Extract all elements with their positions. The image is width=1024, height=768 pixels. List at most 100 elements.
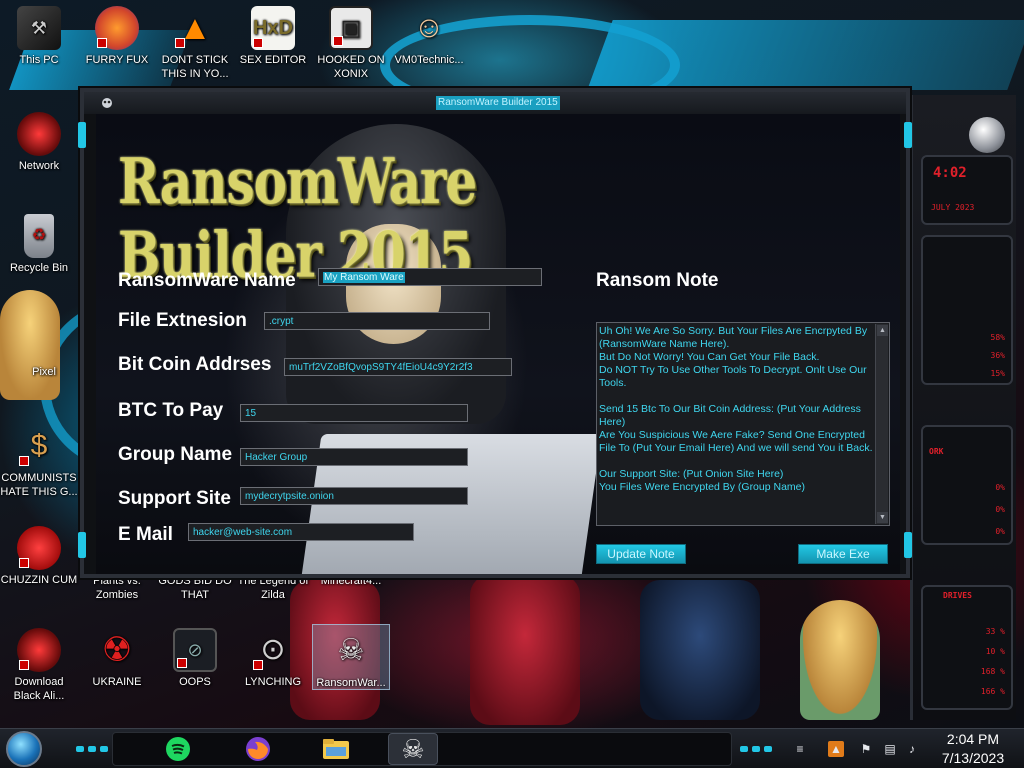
desktop-icon-furry-fux[interactable]: FURRY FUX [78,6,156,67]
desktop-icon-dont-stick[interactable]: ▲ DONT STICK THIS IN YO... [156,6,234,81]
file-explorer-taskbar-button[interactable] [316,733,356,765]
desktop-icon-recycle-bin[interactable]: ♻ Recycle Bin [0,214,78,275]
taskbar-accent [764,746,772,752]
widget-drive-value: 0% [995,527,1005,536]
desktop-icon-communists[interactable]: $ COMMUNISTS HATE THIS G... [0,424,78,499]
desktop-icon-label: LYNCHING [244,676,302,688]
desktop-icon-chuzzin[interactable]: CHUZZIN CUM [0,526,78,587]
desktop-icon-xonix[interactable]: ▣ HOOKED ON XONIX [312,6,390,81]
file-extension-label: File Extnesion [118,310,247,331]
file-extension-input[interactable]: .crypt [264,312,490,330]
desktop-icon-label: COMMUNISTS HATE THIS G... [0,472,78,498]
doctor-icon: ☺ [413,11,445,44]
desktop-icon-network[interactable]: Network [0,112,78,173]
skull-icon: ☠ [401,733,425,764]
firefox-icon [246,737,270,761]
network-icon[interactable]: ▤ [882,741,898,757]
desktop-icon-gods-bid[interactable]: GODS BID DO THAT [156,574,234,602]
volume-icon[interactable]: ♪ [904,741,920,757]
alien-icon [17,628,61,672]
ransom-note-label: Ransom Note [596,270,719,291]
desktop-icon-ransomware[interactable]: ☠ RansomWar... [312,624,390,690]
wallpaper-cartoon-character [800,600,880,720]
desktop-icon-sex-editor[interactable]: HxD SEX EDITOR [234,6,312,67]
support-site-label: Support Site [118,488,231,509]
system-monitor-widget: 4:02 JULY 2023 58% 36% 15% ORK 0% 0% 0% … [910,95,1016,720]
update-note-button[interactable]: Update Note [596,544,686,564]
ransomware-builder-taskbar-button[interactable]: ☠ [388,733,438,765]
scroll-down-arrow-icon[interactable]: ▼ [877,512,888,523]
frame-accent [78,122,86,148]
cartoon-icon [6,318,50,362]
desktop-icon-plants-vs-zombies[interactable]: Plants vs. Zombies [78,574,156,602]
desktop-icon-zilda[interactable]: The Legend of Zilda [234,574,312,602]
window-client-area: RansomWare Builder 2015 RansomWare Name … [96,114,900,574]
clock-widget: 4:02 JULY 2023 [921,155,1013,225]
recycle-bin-icon: ♻ [24,214,54,258]
noose-icon: ⊙ [251,628,295,672]
ransomware-name-input[interactable]: My Ransom Ware [318,268,542,286]
desktop-icon-label: SEX EDITOR [239,54,307,66]
widget-drives-label: DRIVES [943,591,972,600]
network-globe-icon [17,112,61,156]
spotify-taskbar-button[interactable] [158,733,198,765]
ransom-note-scrollbar[interactable]: ▲ ▼ [875,324,888,524]
support-site-input[interactable]: mydecrytpsite.onion [240,487,468,505]
group-name-input[interactable]: Hacker Group [240,448,468,466]
alien-logo-icon [969,117,1005,153]
action-center-flag-icon[interactable]: ⚑ [858,741,874,757]
firefox-icon [95,6,139,50]
ransom-note-textarea[interactable]: Uh Oh! We Are So Sorry. But Your Files A… [596,322,890,526]
desktop-icon-lynching[interactable]: ⊙ LYNCHING [234,628,312,689]
bitcoin-address-label: Bit Coin Addrses [118,354,272,375]
desktop-icon-label: DONT STICK THIS IN YO... [161,54,229,80]
desktop-icon-vm0technic[interactable]: ☺ VM0Technic... [390,6,468,67]
desktop-icon-oops[interactable]: ⊘ OOPS [156,628,234,689]
desktop-icon-label: Download Black Ali... [13,676,65,702]
widget-time: 4:02 [933,165,967,181]
hxd-editor-icon: HxD [251,6,295,50]
work-widget: ORK 0% 0% 0% [921,425,1013,545]
tray-app-icon[interactable]: ▲ [828,741,844,757]
hidden-icons-icon[interactable]: ≡ [792,741,808,757]
desktop-icon-label: VM0Technic... [394,54,464,66]
btc-to-pay-label: BTC To Pay [118,400,224,421]
desktop-icon-ukraine[interactable]: ☢ UKRAINE [78,628,156,689]
ransomware-name-value: My Ransom Ware [323,272,405,283]
widget-percent: 15% [990,369,1005,378]
ransom-note-text: Uh Oh! We Are So Sorry. But Your Files A… [599,325,873,493]
desktop-icon-label: Plants vs. Zombies [93,575,141,601]
scroll-up-arrow-icon[interactable]: ▲ [877,325,888,336]
drives-widget: DRIVES 33 % 10 % 168 % 166 % [921,585,1013,710]
widget-work-label: ORK [929,447,944,456]
spotify-icon [166,737,190,761]
widget-drive-value: 0% [995,505,1005,514]
start-button[interactable] [6,731,42,767]
taskbar: ☠ ≡ ▲ ⚑ ▤ ♪ 2:04 PM 7/13/2023 [0,728,1024,768]
btc-to-pay-input[interactable]: 15 [240,404,468,422]
bitcoin-address-input[interactable]: muTrf2VZoBfQvopS9TY4fEioU4c9Y2r2f3 [284,358,512,376]
desktop-icon-label: Network [18,160,60,172]
taskbar-clock[interactable]: 2:04 PM 7/13/2023 [930,730,1016,768]
taskbar-accent [100,746,108,752]
vlc-cone-icon: ▲ [173,6,217,50]
monitor-icon: ⊘ [173,628,217,672]
skull-icon: ☠ [337,634,365,667]
widget-drive-percent: 168 % [980,667,1005,676]
email-input[interactable]: hacker@web-site.com [188,523,414,541]
frame-accent [78,532,86,558]
widget-drive-percent: 33 % [985,627,1005,636]
ransomware-name-label: RansomWare Name [118,270,296,291]
desktop-icon-black-alien[interactable]: Download Black Ali... [0,628,78,703]
taskbar-accent [88,746,96,752]
desktop-icon-label: Pixel [32,366,56,378]
desktop-icon-this-pc[interactable]: ⚒ This PC [0,6,78,67]
app-banner-title: RansomWare Builder 2015 [118,144,477,292]
make-exe-button[interactable]: Make Exe [798,544,888,564]
wallpaper-figure [640,580,760,720]
ransomware-builder-window[interactable]: RansomWare Builder 2015 RansomWare Build… [78,88,912,578]
desktop-icon-pixel[interactable]: Pixel [0,318,56,379]
window-titlebar[interactable]: RansomWare Builder 2015 [84,92,906,114]
app-window-icon[interactable] [100,96,114,110]
firefox-taskbar-button[interactable] [238,733,278,765]
